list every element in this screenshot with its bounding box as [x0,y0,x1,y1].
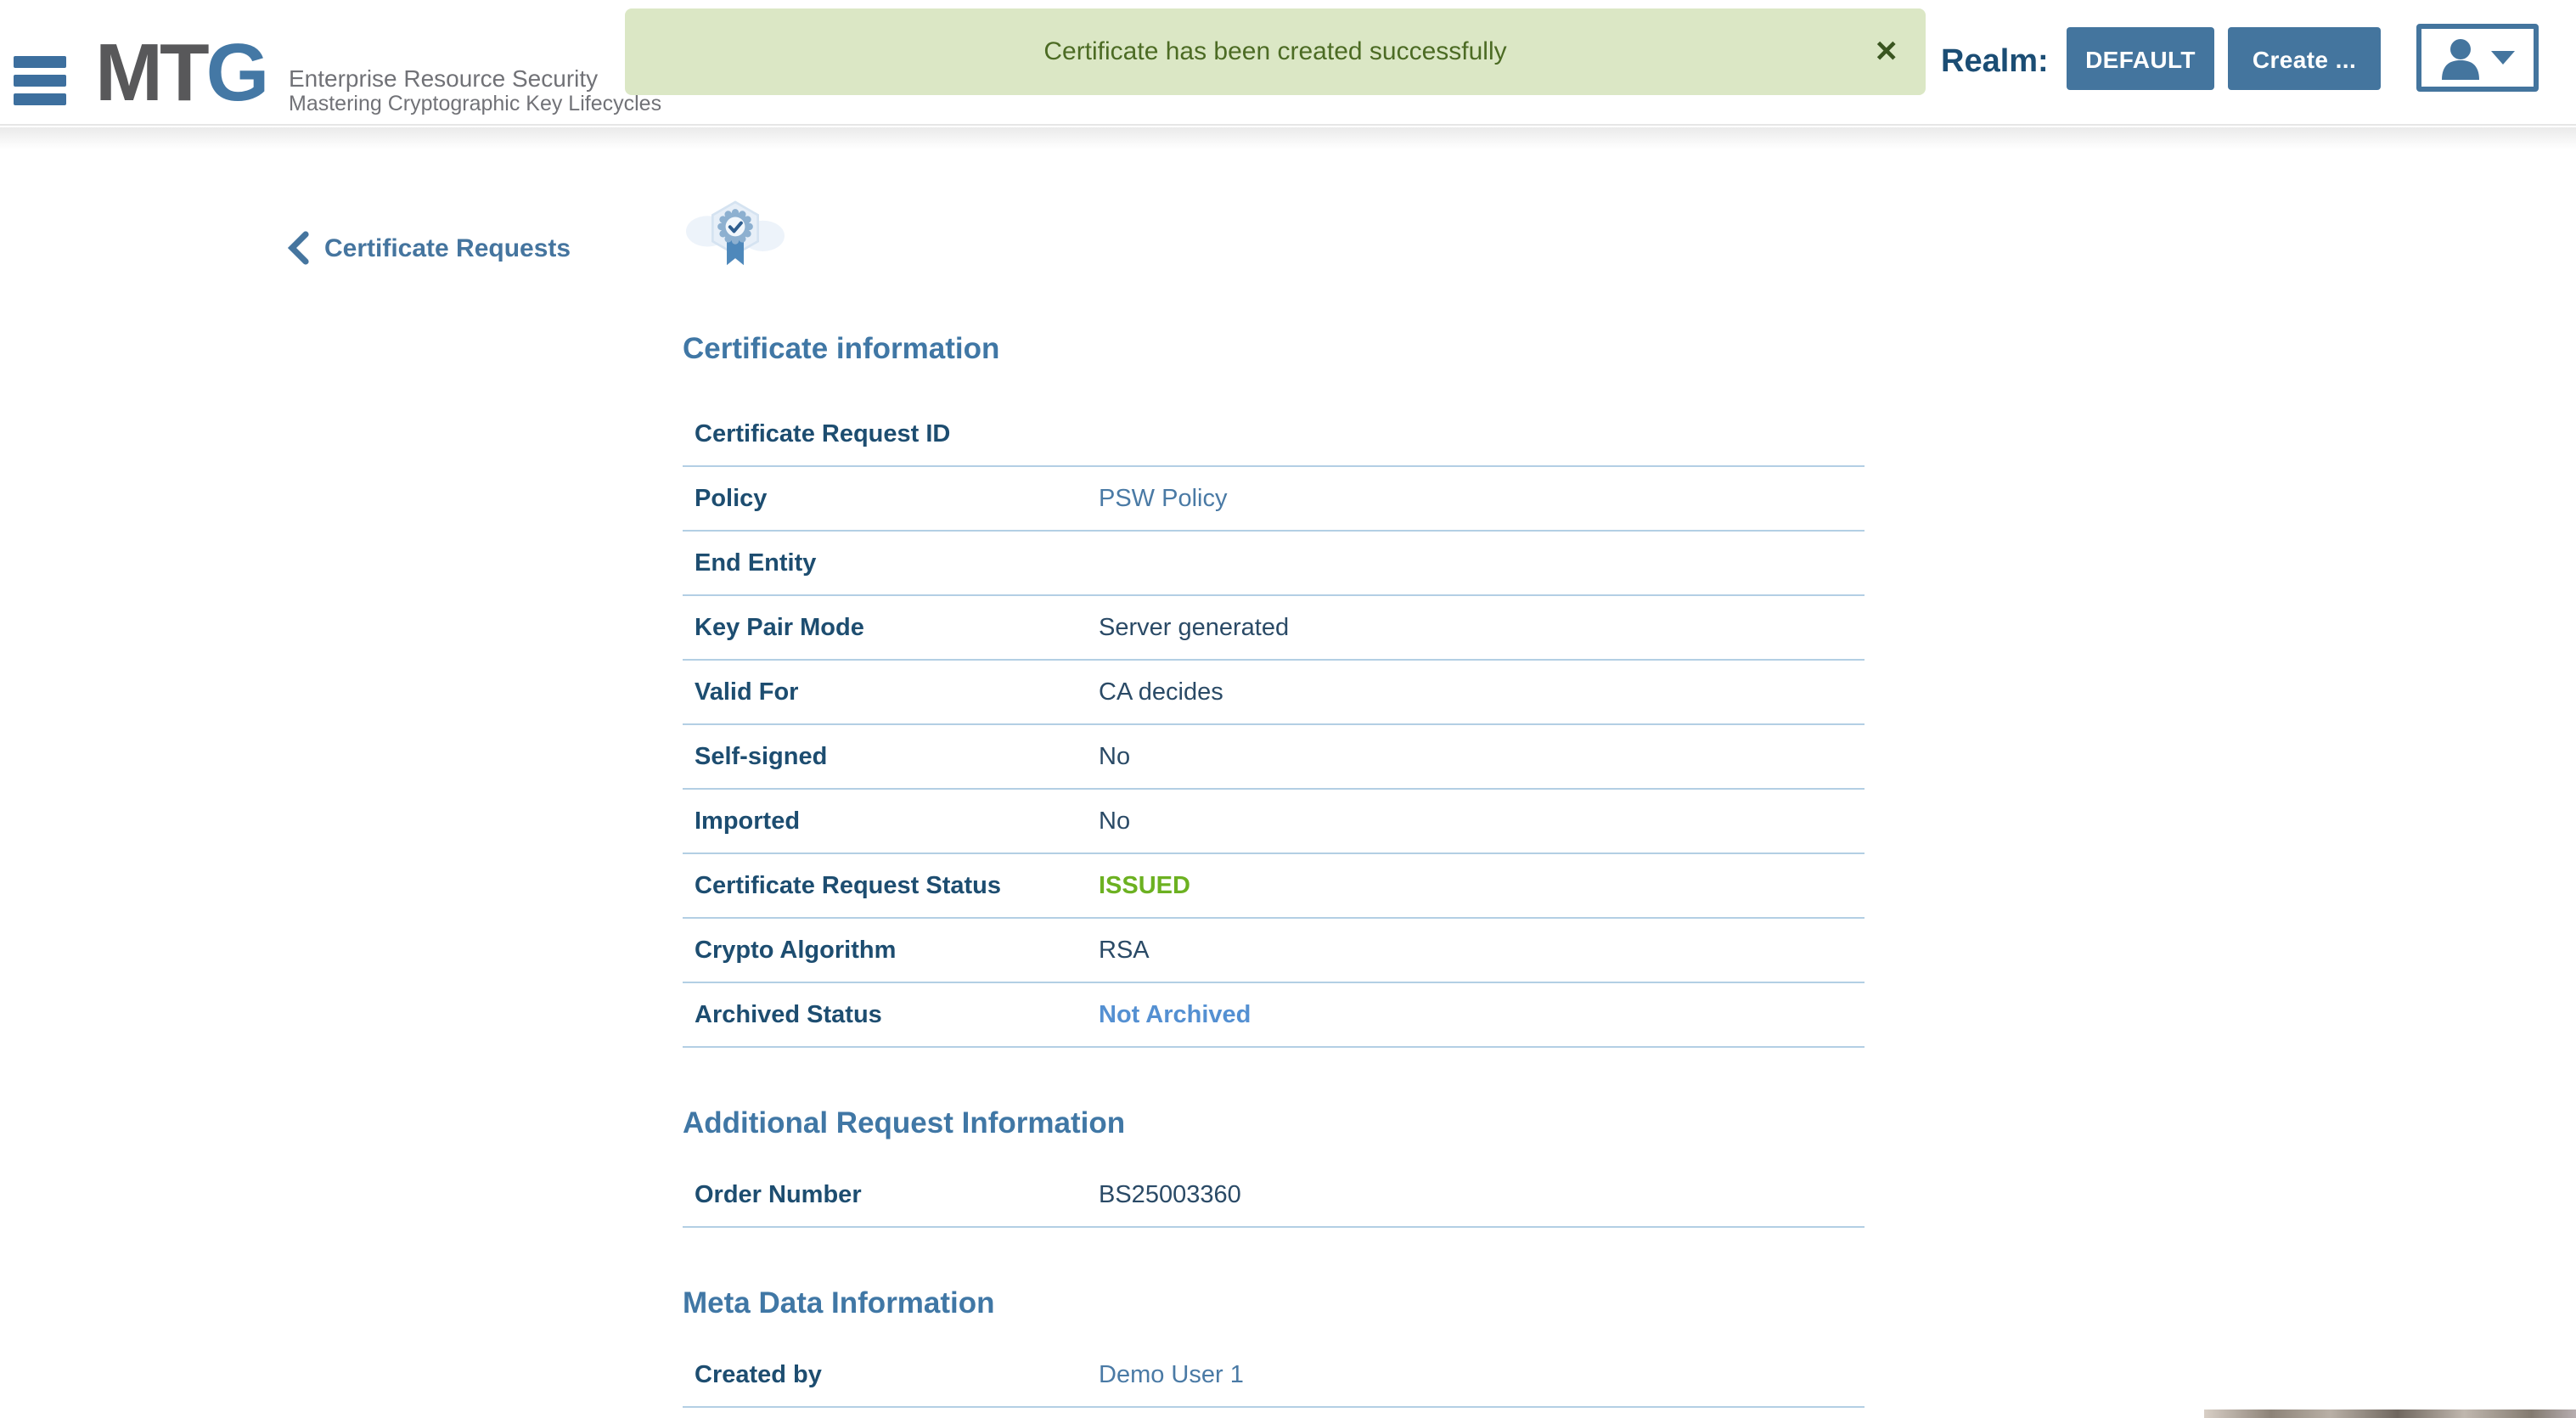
close-icon: ✕ [1875,35,1899,67]
back-chevron-icon [287,231,309,265]
app-tagline: Enterprise Resource Security Mastering C… [289,65,661,117]
row-label: Certificate Request ID [683,420,1099,447]
row-value: CA decides [1099,678,1865,706]
table-row: Imported No [683,790,1865,854]
certificate-badge-icon [686,190,785,279]
row-value: RSA [1099,937,1865,964]
table-row: Created by Demo User 1 [683,1343,1865,1408]
screen-edge-artifact [2204,1410,2576,1418]
row-label: Certificate Request Status [683,872,1099,899]
table-row: Valid For CA decides [683,661,1865,725]
row-value-created-by-link[interactable]: Demo User 1 [1099,1361,1865,1388]
row-value: No [1099,743,1865,770]
row-label: Order Number [683,1181,1099,1208]
row-value-policy-link[interactable]: PSW Policy [1099,485,1865,512]
user-avatar-icon [2440,36,2481,80]
success-banner: Certificate has been created successfull… [625,8,1926,95]
row-label: Policy [683,485,1099,512]
row-label: Imported [683,807,1099,835]
user-menu-button[interactable] [2416,24,2539,92]
table-row: Self-signed No [683,725,1865,790]
row-label: Archived Status [683,1001,1099,1028]
additional-request-information-table: Order Number BS25003360 [683,1163,1865,1228]
top-header-bar: MTG Enterprise Resource Security Masteri… [0,0,2576,126]
table-row: End Entity [683,532,1865,596]
table-row: Certificate Request ID [683,402,1865,467]
realm-create-button[interactable]: Create ... [2228,27,2381,90]
section-title-meta-data-information: Meta Data Information [683,1287,1865,1318]
row-label: Created by [683,1361,1099,1388]
table-row: Policy PSW Policy [683,467,1865,532]
row-label: Key Pair Mode [683,614,1099,641]
app-logo: MTG [95,31,266,119]
app-root: MTG Enterprise Resource Security Masteri… [0,0,2576,1418]
banner-close-button[interactable]: ✕ [1868,8,1906,95]
section-title-additional-request-information: Additional Request Information [683,1107,1865,1138]
table-row: Crypto Algorithm RSA [683,919,1865,983]
row-label: End Entity [683,549,1099,577]
logo-text-g: G [206,29,267,119]
back-link[interactable]: Certificate Requests [287,231,571,265]
meta-data-information-table: Created by Demo User 1 [683,1343,1865,1408]
tagline-line1: Enterprise Resource Security [289,65,661,92]
realm-label: Realm: [1941,0,2049,126]
row-value: No [1099,807,1865,835]
row-label: Valid For [683,678,1099,706]
section-title-certificate-information: Certificate information [683,333,1865,363]
row-value: Server generated [1099,614,1865,641]
row-label: Self-signed [683,743,1099,770]
screen: MTG Enterprise Resource Security Masteri… [0,0,2576,1418]
hamburger-menu-icon[interactable] [14,56,66,105]
row-label: Crypto Algorithm [683,937,1099,964]
success-banner-message: Certificate has been created successfull… [1043,37,1506,66]
table-row: Order Number BS25003360 [683,1163,1865,1228]
row-value-archived-status-link[interactable]: Not Archived [1099,1001,1865,1028]
row-value: BS25003360 [1099,1181,1865,1208]
detail-panel: Certificate information Certificate Requ… [683,126,1865,1408]
certificate-information-table: Certificate Request ID Policy PSW Policy… [683,402,1865,1048]
caret-down-icon [2491,51,2515,65]
realm-default-button[interactable]: DEFAULT [2067,27,2214,90]
status-badge-issued: ISSUED [1099,872,1865,899]
table-row: Key Pair Mode Server generated [683,596,1865,661]
logo-text-mt: MT [95,29,206,119]
back-link-label: Certificate Requests [324,234,571,262]
tagline-line2: Mastering Cryptographic Key Lifecycles [289,92,661,117]
table-row: Certificate Request Status ISSUED [683,854,1865,919]
table-row: Archived Status Not Archived [683,983,1865,1048]
